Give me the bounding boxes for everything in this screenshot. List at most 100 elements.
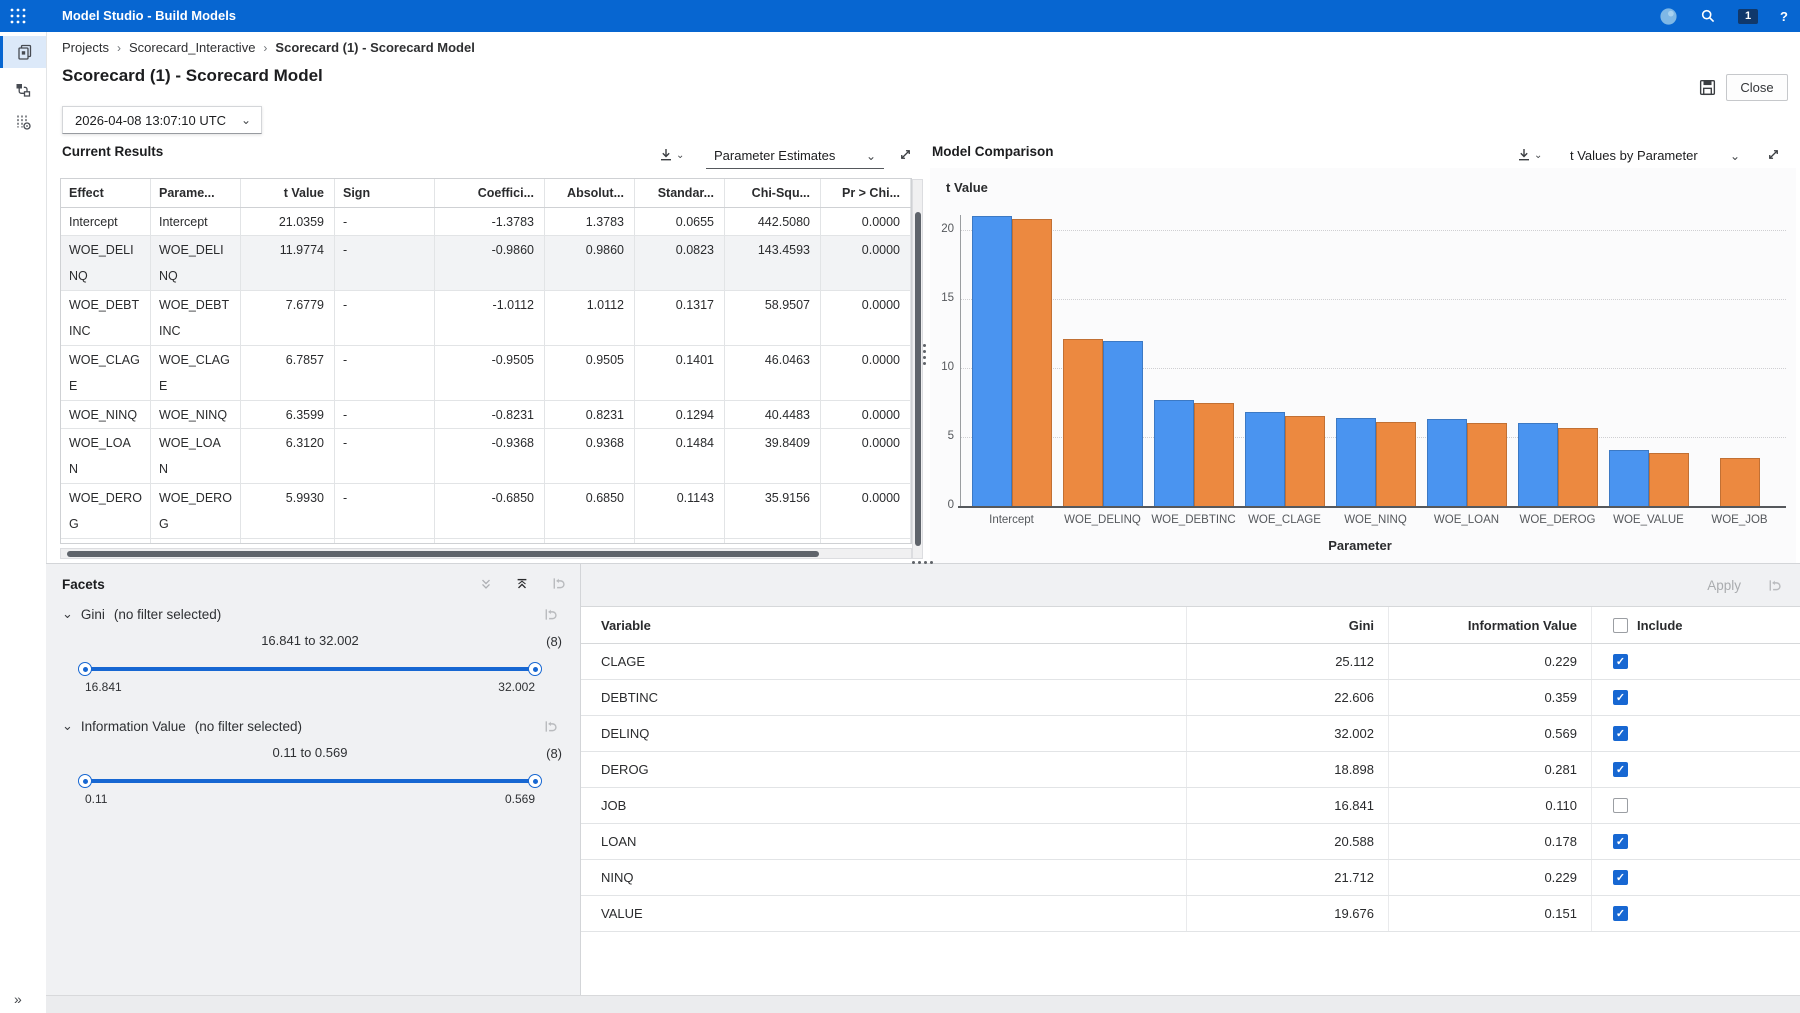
chart-bar-current-model[interactable] bbox=[1336, 418, 1376, 506]
chart-bar-comparison-model[interactable] bbox=[1194, 403, 1234, 507]
table-row[interactable]: WOE_DERO GWOE_DERO G5.9930--0.68500.6850… bbox=[61, 484, 911, 539]
panel-splitter-handle[interactable] bbox=[923, 344, 926, 365]
slider-track[interactable] bbox=[85, 667, 535, 671]
chart-bar-current-model[interactable] bbox=[1609, 450, 1649, 506]
chevron-down-icon[interactable]: ⌄ bbox=[62, 718, 73, 734]
variable-column-header[interactable]: Variable bbox=[581, 607, 1187, 643]
facet-gini: ⌄Gini(no filter selected)(8)16.841 to 32… bbox=[62, 606, 562, 694]
variable-row-delinq[interactable]: DELINQ32.0020.569✓ bbox=[581, 716, 1800, 752]
slider-handle-max[interactable] bbox=[528, 774, 542, 788]
sidebar-item-results[interactable] bbox=[0, 36, 46, 68]
sidebar-item-data[interactable] bbox=[0, 106, 46, 138]
table-cell: 0.1484 bbox=[635, 429, 725, 483]
column-header[interactable]: Standar... bbox=[635, 179, 725, 207]
help-icon[interactable]: ? bbox=[1780, 9, 1788, 24]
variable-row-loan[interactable]: LOAN20.5880.178✓ bbox=[581, 824, 1800, 860]
variable-row-job[interactable]: JOB16.8410.110 bbox=[581, 788, 1800, 824]
horizontal-scrollbar[interactable] bbox=[60, 548, 912, 559]
expand-all-facets-icon[interactable] bbox=[515, 577, 529, 591]
brand-globe-icon[interactable] bbox=[1659, 7, 1678, 26]
chart-bar-comparison-model[interactable] bbox=[1012, 219, 1052, 506]
table-row[interactable]: WOE_CLAG EWOE_CLAG E6.7857--0.95050.9505… bbox=[61, 346, 911, 401]
column-header[interactable]: Absolut... bbox=[545, 179, 635, 207]
sidebar-item-pipeline[interactable] bbox=[0, 74, 46, 106]
table-cell: 1.0112 bbox=[545, 291, 635, 345]
variable-row-clage[interactable]: CLAGE25.1120.229✓ bbox=[581, 644, 1800, 680]
maximize-icon[interactable] bbox=[898, 147, 913, 162]
notification-badge[interactable]: 1 bbox=[1738, 9, 1758, 24]
include-checkbox[interactable]: ✓ bbox=[1613, 726, 1628, 741]
facet-range-slider[interactable] bbox=[85, 774, 535, 788]
collapse-all-facets-icon[interactable] bbox=[479, 577, 493, 591]
chart-bar-comparison-model[interactable] bbox=[1558, 428, 1598, 506]
results-view-select[interactable]: Parameter Estimates ⌄ bbox=[706, 143, 884, 169]
chart-bar-comparison-model[interactable] bbox=[1720, 458, 1760, 506]
facet-range-slider[interactable] bbox=[85, 662, 535, 676]
expand-sidebar-chevron[interactable]: » bbox=[14, 991, 22, 1007]
include-checkbox[interactable]: ✓ bbox=[1613, 834, 1628, 849]
maximize-icon[interactable] bbox=[1766, 147, 1781, 162]
timestamp-dropdown[interactable]: 2026-04-08 13:07:10 UTC ⌄ bbox=[62, 106, 262, 134]
column-header[interactable]: Parame... bbox=[151, 179, 241, 207]
facet-header[interactable]: ⌄Gini(no filter selected) bbox=[62, 606, 562, 622]
column-header[interactable]: Coeffici... bbox=[435, 179, 545, 207]
slider-handle-min[interactable] bbox=[78, 662, 92, 676]
include-checkbox[interactable]: ✓ bbox=[1613, 654, 1628, 669]
table-row[interactable]: WOE_LOA NWOE_LOA N6.3120--0.93680.93680.… bbox=[61, 429, 911, 484]
variable-row-ninq[interactable]: NINQ21.7120.229✓ bbox=[581, 860, 1800, 896]
reset-facets-icon[interactable] bbox=[551, 576, 566, 591]
include-checkbox[interactable]: ✓ bbox=[1613, 906, 1628, 921]
chart-x-axis-title: Parameter bbox=[930, 538, 1790, 553]
column-header[interactable]: Effect bbox=[61, 179, 151, 207]
apply-button[interactable]: Apply bbox=[1707, 578, 1741, 593]
slider-handle-max[interactable] bbox=[528, 662, 542, 676]
chart-bar-current-model[interactable] bbox=[972, 216, 1012, 506]
information-value-column-header[interactable]: Information Value bbox=[1389, 607, 1592, 643]
chart-bar-current-model[interactable] bbox=[1245, 412, 1285, 506]
column-header[interactable]: Pr > Chi... bbox=[821, 179, 911, 207]
save-icon[interactable] bbox=[1698, 78, 1717, 102]
breadcrumb-project-name[interactable]: Scorecard_Interactive bbox=[129, 40, 255, 55]
facet-header[interactable]: ⌄Information Value(no filter selected) bbox=[62, 718, 562, 734]
chart-bar-current-model[interactable] bbox=[1427, 419, 1467, 506]
chart-bar-comparison-model[interactable] bbox=[1376, 422, 1416, 506]
include-checkbox[interactable]: ✓ bbox=[1613, 690, 1628, 705]
chart-bar-current-model[interactable] bbox=[1103, 341, 1143, 506]
app-switcher-icon[interactable] bbox=[9, 7, 27, 30]
chart-bar-comparison-model[interactable] bbox=[1649, 453, 1689, 506]
include-all-checkbox[interactable] bbox=[1613, 618, 1628, 633]
download-icon[interactable]: ⌄ bbox=[1516, 147, 1542, 163]
reset-variables-icon[interactable] bbox=[1767, 578, 1782, 593]
include-checkbox[interactable] bbox=[1613, 798, 1628, 813]
include-checkbox[interactable]: ✓ bbox=[1613, 762, 1628, 777]
variable-row-debtinc[interactable]: DEBTINC22.6060.359✓ bbox=[581, 680, 1800, 716]
table-row[interactable]: InterceptIntercept21.0359--1.37831.37830… bbox=[61, 208, 911, 236]
vertical-scrollbar[interactable] bbox=[912, 179, 923, 559]
gini-column-header[interactable]: Gini bbox=[1187, 607, 1389, 643]
chart-bar-current-model[interactable] bbox=[1518, 423, 1558, 506]
include-checkbox[interactable]: ✓ bbox=[1613, 870, 1628, 885]
download-icon[interactable]: ⌄ bbox=[658, 147, 684, 163]
chart-bar-comparison-model[interactable] bbox=[1467, 423, 1507, 506]
variable-row-derog[interactable]: DEROG18.8980.281✓ bbox=[581, 752, 1800, 788]
chart-bar-comparison-model[interactable] bbox=[1285, 416, 1325, 506]
table-row[interactable]: WOE_DEBT INCWOE_DEBT INC7.6779--1.01121.… bbox=[61, 291, 911, 346]
facet-reset-icon[interactable] bbox=[543, 719, 558, 734]
table-row[interactable]: WOE_NINQWOE_NINQ6.3599--0.82310.82310.12… bbox=[61, 401, 911, 429]
slider-track[interactable] bbox=[85, 779, 535, 783]
variable-row-value[interactable]: VALUE19.6760.151✓ bbox=[581, 896, 1800, 932]
breadcrumb-projects[interactable]: Projects bbox=[62, 40, 109, 55]
column-header[interactable]: Chi-Squ... bbox=[725, 179, 821, 207]
close-button[interactable]: Close bbox=[1726, 74, 1788, 101]
column-header[interactable]: t Value bbox=[241, 179, 335, 207]
chart-bar-comparison-model[interactable] bbox=[1063, 339, 1103, 506]
search-icon[interactable] bbox=[1700, 8, 1716, 24]
chart-bar-current-model[interactable] bbox=[1154, 400, 1194, 506]
table-row[interactable]: WOE_DELI NQWOE_DELI NQ11.9774--0.98600.9… bbox=[61, 236, 911, 291]
table-row[interactable]: WOE_VALUWOE_VALU4.0457--0.68180.68180.16… bbox=[61, 539, 911, 544]
slider-handle-min[interactable] bbox=[78, 774, 92, 788]
chevron-down-icon[interactable]: ⌄ bbox=[62, 606, 73, 622]
comparison-view-select[interactable]: t Values by Parameter ⌄ bbox=[1562, 143, 1748, 169]
column-header[interactable]: Sign bbox=[335, 179, 435, 207]
facet-reset-icon[interactable] bbox=[543, 607, 558, 622]
